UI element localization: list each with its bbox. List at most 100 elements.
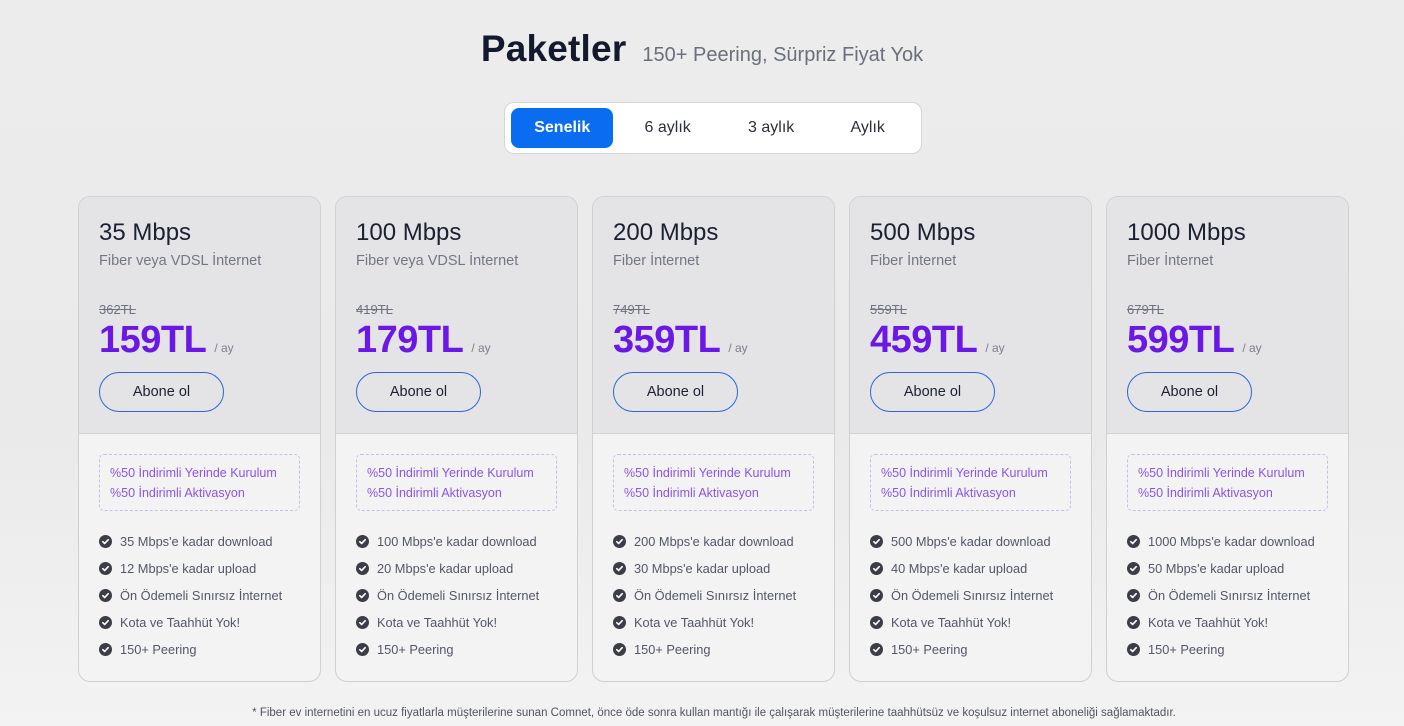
feature-text: 30 Mbps'e kadar upload [634, 561, 771, 576]
feature-text: 150+ Peering [634, 642, 711, 657]
promo-box: %50 İndirimli Yerinde Kurulum %50 İndirim… [356, 454, 557, 511]
feature-item: 12 Mbps'e kadar upload [99, 555, 300, 582]
feature-item: Kota ve Taahhüt Yok! [870, 609, 1071, 636]
feature-text: Kota ve Taahhüt Yok! [1148, 615, 1269, 630]
feature-text: 500 Mbps'e kadar download [891, 534, 1051, 549]
plan-speed: 100 Mbps [356, 219, 462, 246]
check-circle-icon [870, 562, 883, 575]
price-row: 179TL / ay [356, 319, 557, 362]
feature-list: 1000 Mbps'e kadar download 50 Mbps'e kada… [1127, 528, 1328, 663]
plan-details: %50 İndirimli Yerinde Kurulum %50 İndirim… [336, 434, 577, 663]
plan-header: 200 Mbps Fiber İnternet 749TL 359TL / ay Abon… [593, 197, 834, 434]
price-period: / ay [214, 341, 234, 355]
plan-details: %50 İndirimli Yerinde Kurulum %50 İndirim… [1107, 434, 1348, 663]
check-circle-icon [1127, 643, 1140, 656]
promo-activation: %50 İndirimli Aktivasyon [1138, 486, 1273, 500]
feature-item: 150+ Peering [870, 636, 1071, 663]
feature-list: 500 Mbps'e kadar download 40 Mbps'e kadar… [870, 528, 1071, 663]
feature-text: Ön Ödemeli Sınırsız İnternet [1148, 588, 1311, 603]
feature-item: 40 Mbps'e kadar upload [870, 555, 1071, 582]
feature-item: 200 Mbps'e kadar download [613, 528, 814, 555]
feature-list: 100 Mbps'e kadar download 20 Mbps'e kadar… [356, 528, 557, 663]
price-period: / ay [985, 341, 1005, 355]
subscribe-button[interactable]: Abone ol [870, 372, 995, 412]
price-row: 359TL / ay [613, 319, 814, 362]
plan-details: %50 İndirimli Yerinde Kurulum %50 İndirim… [850, 434, 1091, 663]
plan-speed: 35 Mbps [99, 219, 192, 246]
feature-item: Kota ve Taahhüt Yok! [356, 609, 557, 636]
feature-text: Kota ve Taahhüt Yok! [120, 615, 241, 630]
old-price: 679TL [1127, 302, 1164, 317]
promo-box: %50 İndirimli Yerinde Kurulum %50 İndirim… [613, 454, 814, 511]
feature-item: Ön Ödemeli Sınırsız İnternet [99, 582, 300, 609]
promo-activation: %50 İndirimli Aktivasyon [881, 486, 1016, 500]
tab-aylik[interactable]: Aylık [820, 108, 915, 148]
check-circle-icon [99, 643, 112, 656]
feature-text: 150+ Peering [120, 642, 197, 657]
promo-installation: %50 İndirimli Yerinde Kurulum [367, 466, 534, 480]
old-price: 559TL [870, 302, 907, 317]
feature-text: 12 Mbps'e kadar upload [120, 561, 257, 576]
check-circle-icon [870, 535, 883, 548]
page-subtitle: 150+ Peering, Sürpriz Fiyat Yok [642, 44, 924, 66]
feature-text: 100 Mbps'e kadar download [377, 534, 537, 549]
feature-text: Ön Ödemeli Sınırsız İnternet [377, 588, 540, 603]
check-circle-icon [1127, 616, 1140, 629]
subscribe-button[interactable]: Abone ol [99, 372, 224, 412]
price-row: 459TL / ay [870, 319, 1071, 362]
plan-card: 35 Mbps Fiber veya VDSL İnternet 362TL 159T… [78, 196, 321, 682]
feature-item: 1000 Mbps'e kadar download [1127, 528, 1328, 555]
promo-activation: %50 İndirimli Aktivasyon [110, 486, 245, 500]
check-circle-icon [99, 589, 112, 602]
feature-item: 150+ Peering [356, 636, 557, 663]
feature-text: 20 Mbps'e kadar upload [377, 561, 514, 576]
plan-technology: Fiber İnternet [1127, 253, 1214, 269]
feature-text: Kota ve Taahhüt Yok! [634, 615, 755, 630]
feature-item: 100 Mbps'e kadar download [356, 528, 557, 555]
plan-card: 200 Mbps Fiber İnternet 749TL 359TL / ay Abon… [592, 196, 835, 682]
subscribe-button[interactable]: Abone ol [1127, 372, 1252, 412]
promo-installation: %50 İndirimli Yerinde Kurulum [1138, 466, 1305, 480]
plan-speed: 200 Mbps [613, 219, 719, 246]
tab-6-aylik[interactable]: 6 aylık [613, 108, 721, 148]
check-circle-icon [356, 535, 369, 548]
feature-item: Ön Ödemeli Sınırsız İnternet [613, 582, 814, 609]
promo-activation: %50 İndirimli Aktivasyon [367, 486, 502, 500]
subscribe-button[interactable]: Abone ol [613, 372, 738, 412]
feature-text: 150+ Peering [1148, 642, 1225, 657]
plan-header: 100 Mbps Fiber veya VDSL İnternet 419TL 179… [336, 197, 577, 434]
page-header: Paketler 150+ Peering, Sürpriz Fiyat Yok [0, 28, 1404, 70]
feature-item: Kota ve Taahhüt Yok! [99, 609, 300, 636]
feature-text: Ön Ödemeli Sınırsız İnternet [634, 588, 797, 603]
feature-text: 35 Mbps'e kadar download [120, 534, 273, 549]
check-circle-icon [99, 616, 112, 629]
plan-technology: Fiber veya VDSL İnternet [99, 253, 262, 269]
feature-text: Kota ve Taahhüt Yok! [891, 615, 1012, 630]
plan-price: 599TL [1127, 319, 1235, 361]
price-period: / ay [728, 341, 748, 355]
plan-header: 1000 Mbps Fiber İnternet 679TL 599TL / ay Abo… [1107, 197, 1348, 434]
plan-details: %50 İndirimli Yerinde Kurulum %50 İndirim… [593, 434, 834, 663]
plan-technology: Fiber İnternet [870, 253, 957, 269]
subscribe-button[interactable]: Abone ol [356, 372, 481, 412]
plan-details: %50 İndirimli Yerinde Kurulum %50 İndirim… [79, 434, 320, 663]
check-circle-icon [870, 589, 883, 602]
plan-header: 35 Mbps Fiber veya VDSL İnternet 362TL 159T… [79, 197, 320, 434]
check-circle-icon [613, 562, 626, 575]
price-row: 599TL / ay [1127, 319, 1328, 362]
feature-item: 35 Mbps'e kadar download [99, 528, 300, 555]
page-title: Paketler [480, 28, 627, 69]
feature-item: Ön Ödemeli Sınırsız İnternet [870, 582, 1071, 609]
check-circle-icon [356, 589, 369, 602]
feature-list: 35 Mbps'e kadar download 12 Mbps'e kadar … [99, 528, 300, 663]
promo-installation: %50 İndirimli Yerinde Kurulum [624, 466, 791, 480]
feature-text: Ön Ödemeli Sınırsız İnternet [120, 588, 283, 603]
plan-technology: Fiber İnternet [613, 253, 700, 269]
feature-text: 1000 Mbps'e kadar download [1148, 534, 1315, 549]
feature-item: Ön Ödemeli Sınırsız İnternet [1127, 582, 1328, 609]
footnote: * Fiber ev internetini en ucuz fiyatlarl… [252, 707, 1176, 719]
check-circle-icon [356, 562, 369, 575]
tab-3-aylik[interactable]: 3 aylık [722, 108, 821, 148]
tab-senelik[interactable]: Senelik [511, 108, 614, 148]
old-price: 362TL [99, 302, 136, 317]
